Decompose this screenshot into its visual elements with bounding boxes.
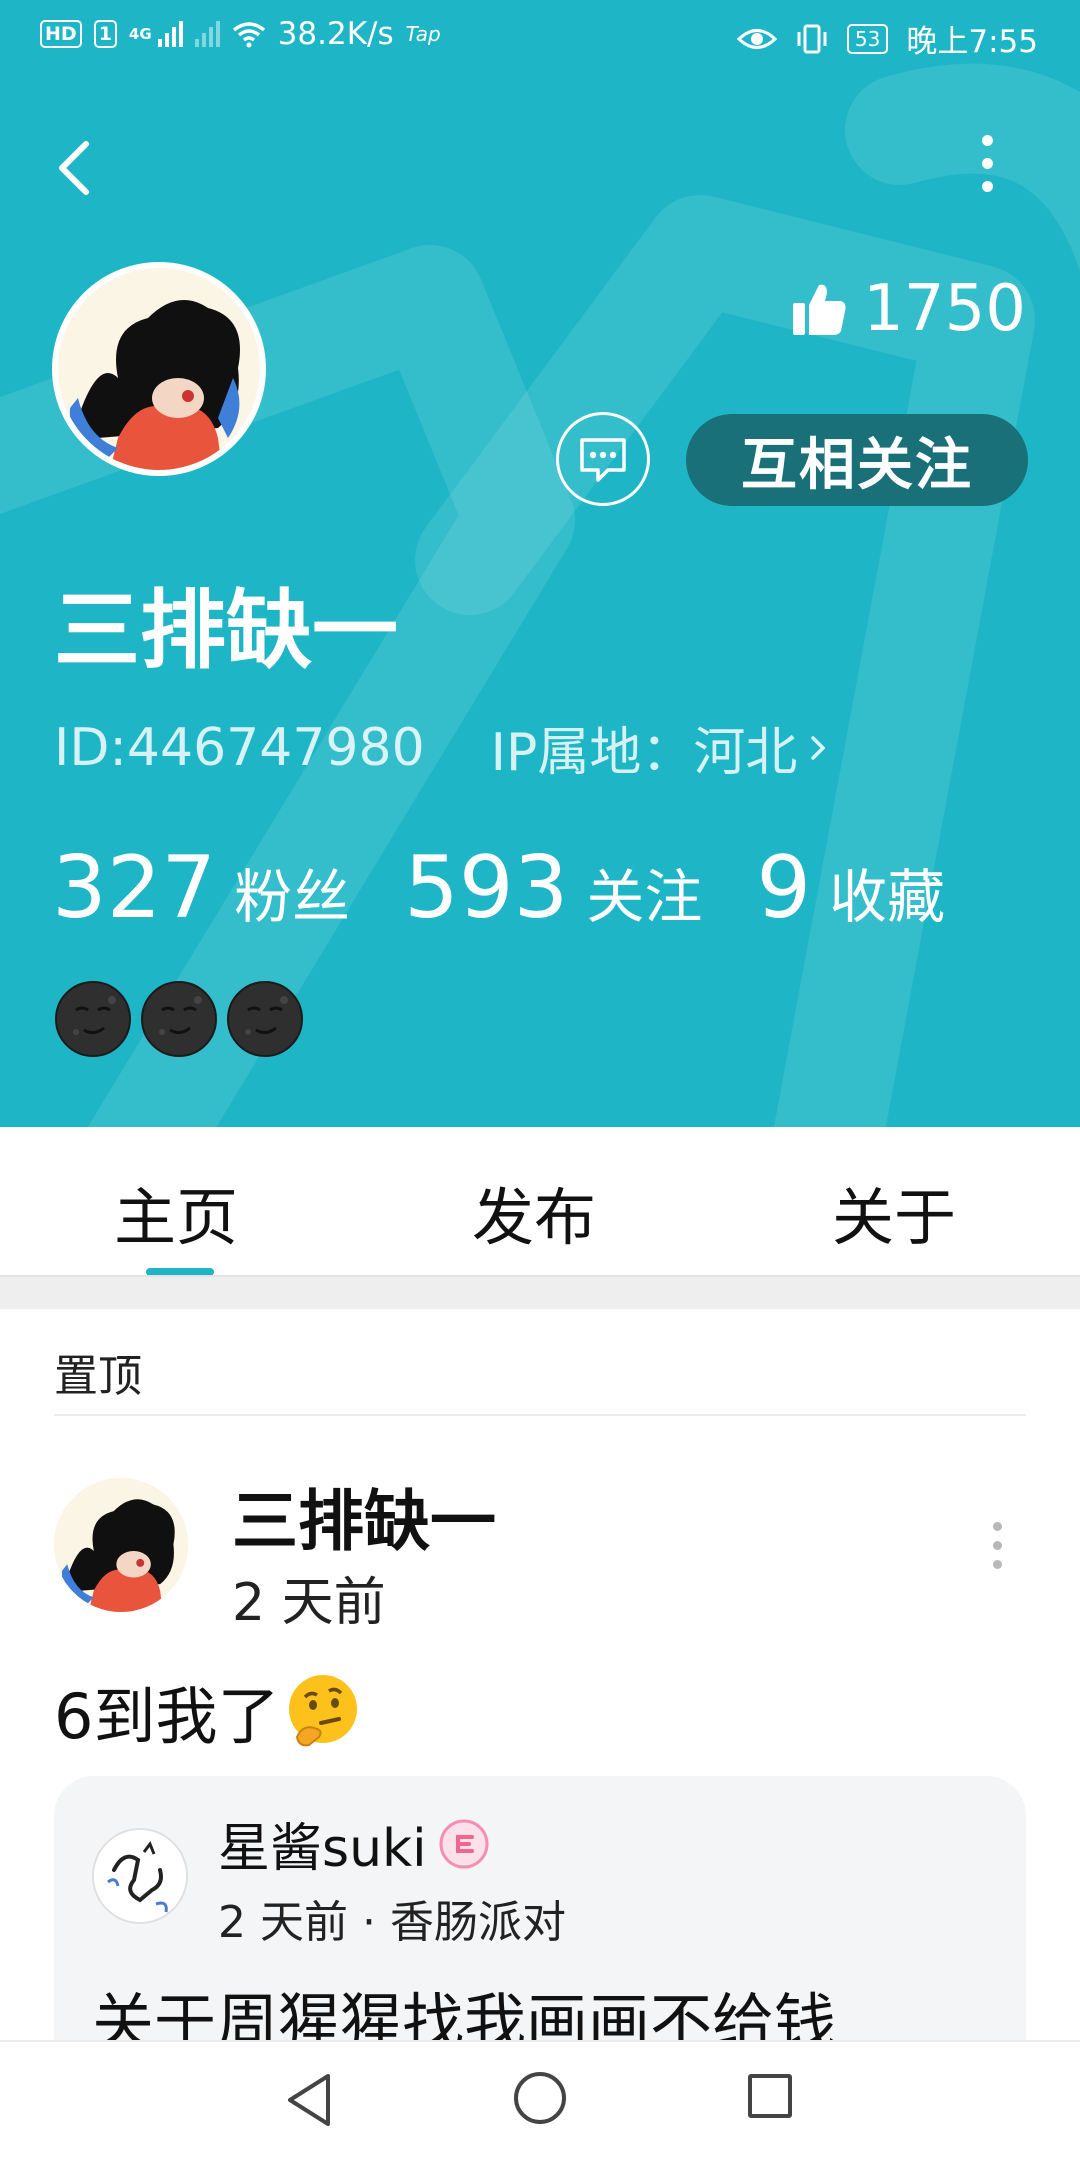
avatar-illustration (54, 1478, 188, 1612)
tap-indicator: Tap (405, 22, 441, 46)
moon-face-icon[interactable] (54, 980, 132, 1058)
user-id: ID:446747980 (54, 717, 425, 778)
avatar-illustration (58, 268, 260, 470)
divider (54, 1414, 1026, 1416)
stat-followers[interactable]: 327 粉丝 (52, 838, 350, 938)
profile-avatar[interactable] (52, 262, 266, 476)
profile-name: 三排缺一 (54, 581, 398, 681)
stat-number: 593 (404, 838, 569, 938)
nav-home-icon[interactable] (514, 2072, 566, 2124)
system-nav-bar (0, 2040, 1080, 2160)
post-more-icon[interactable] (990, 1522, 1004, 1569)
stat-favorites[interactable]: 9 收藏 (756, 838, 945, 938)
stat-label: 粉丝 (234, 863, 351, 931)
post-timestamp: 2 天前 (232, 1573, 386, 1633)
stat-number: 327 (52, 838, 217, 938)
tab-home[interactable]: 主页 (114, 1167, 238, 1257)
moon-face-icon[interactable] (226, 980, 304, 1058)
badge-row (54, 980, 304, 1058)
stat-following[interactable]: 593 关注 (404, 838, 702, 938)
signal-secondary-icon (194, 21, 220, 47)
chevron-right-icon[interactable] (807, 730, 831, 766)
e-badge-icon (439, 1819, 489, 1868)
hd-badge: HD (40, 20, 82, 48)
eye-icon (736, 28, 777, 49)
signal-icon (157, 21, 183, 47)
sim-slot-badge: 1 (93, 20, 117, 48)
stat-number: 9 (756, 838, 812, 938)
repost-author[interactable]: 星酱suki (218, 1806, 489, 1881)
repost-author-name: 星酱suki (218, 1819, 427, 1879)
likes-count: 1750 (791, 272, 1026, 346)
profile-tabs: 主页 发布 关于 (0, 1127, 1080, 1275)
thumbs-up-icon (793, 284, 846, 335)
vibrate-icon (797, 24, 827, 53)
post-author-avatar[interactable] (54, 1478, 188, 1612)
moon-face-icon[interactable] (140, 980, 218, 1058)
post-text: 6到我了 (54, 1680, 280, 1753)
repost-meta: 2 天前 · 香肠派对 (218, 1897, 566, 1948)
likes-number: 1750 (863, 272, 1026, 346)
nav-back-icon[interactable] (284, 2072, 334, 2128)
section-separator (0, 1275, 1080, 1309)
post-author-name[interactable]: 三排缺一 (232, 1468, 496, 1564)
profile-stats: 327 粉丝 593 关注 9 收藏 (52, 838, 999, 938)
battery-indicator: 53 (846, 23, 889, 54)
clock: 晚上7:55 (906, 24, 1038, 60)
chat-bubble-icon (580, 438, 626, 482)
mutual-follow-button[interactable]: 互相关注 (686, 414, 1028, 506)
message-button[interactable] (556, 412, 650, 506)
nav-recents-icon[interactable] (748, 2074, 792, 2118)
repost-author-avatar[interactable] (92, 1828, 188, 1924)
tab-about[interactable]: 关于 (832, 1167, 956, 1257)
back-icon[interactable] (52, 138, 96, 198)
status-bar: HD 1 4G 38.2K/s Tap 53 晚上7:55 (0, 0, 1080, 72)
more-options-icon[interactable] (972, 135, 1002, 195)
thinking-face-icon (289, 1675, 358, 1747)
pinned-label: 置顶 (54, 1351, 142, 1402)
avatar-illustration (94, 1830, 186, 1922)
profile-header: HD 1 4G 38.2K/s Tap 53 晚上7:55 1750 互相关注 … (0, 0, 1080, 1127)
ip-location[interactable]: IP属地：河北 (491, 710, 798, 785)
wifi-icon (232, 22, 265, 48)
post-body[interactable]: 6到我了 (54, 1666, 363, 1756)
tab-posts[interactable]: 发布 (472, 1167, 596, 1257)
stat-label: 收藏 (829, 863, 946, 931)
net-speed: 38.2K/s (277, 16, 394, 52)
stat-label: 关注 (586, 863, 703, 931)
id-line: ID:446747980 IP属地：河北 (54, 710, 831, 785)
network-type: 4G (128, 25, 152, 43)
